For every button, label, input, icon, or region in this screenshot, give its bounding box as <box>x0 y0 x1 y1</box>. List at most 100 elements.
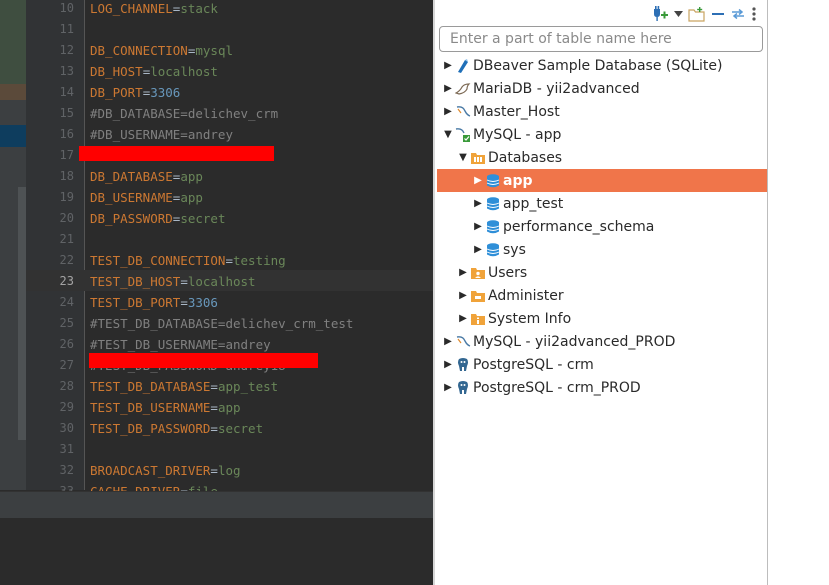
env-key: TEST_DB_CONNECTION <box>90 253 226 268</box>
env-key: TEST_DB_PORT <box>90 295 181 310</box>
line-number: 29 <box>59 400 74 414</box>
tree-item-mysql-yii2advanced-prod[interactable]: ▶ MySQL - yii2advanced_PROD <box>437 330 767 353</box>
collapsed-arrow-icon[interactable]: ▶ <box>471 198 485 209</box>
collapsed-arrow-icon[interactable]: ▶ <box>441 60 455 71</box>
code-line[interactable]: DB_PASSWORD=secret <box>90 208 353 229</box>
line-number: 11 <box>59 22 74 36</box>
expanded-arrow-icon[interactable]: ▼ <box>441 129 455 140</box>
code-line[interactable]: #DB_DATABASE=delichev_crm <box>90 103 353 124</box>
link-editor-icon[interactable] <box>730 5 746 23</box>
line-number: 31 <box>59 442 74 456</box>
code-line[interactable]: #TEST_DB_USERNAME=andrey <box>90 334 353 355</box>
users-folder-icon <box>470 265 486 281</box>
line-number: 24 <box>59 295 74 309</box>
tree-item-label: Databases <box>488 149 563 166</box>
line-number: 20 <box>59 211 74 225</box>
code-editor[interactable]: 10 11 12 13 14 15 16 17 18 19 20 21 22 23 24 25 26 27 28 29… <box>0 0 433 585</box>
collapsed-arrow-icon[interactable]: ▶ <box>441 382 455 393</box>
line-number: 25 <box>59 316 74 330</box>
tree-item-label: sys <box>503 241 526 258</box>
tree-item-dbeaver-sample-database-sqlite[interactable]: ▶ DBeaver Sample Database (SQLite) <box>437 54 767 77</box>
code-line[interactable]: #TEST_DB_DATABASE=delichev_crm_test <box>90 313 353 334</box>
tree-item-mysql-app[interactable]: ▼ MySQL - app <box>437 123 767 146</box>
tree-item-postgresql-crm-prod[interactable]: ▶ PostgreSQL - crm_PROD <box>437 376 767 399</box>
line-number: 16 <box>59 127 74 141</box>
line-number: 19 <box>59 190 74 204</box>
database-icon <box>485 196 501 212</box>
code-line[interactable]: TEST_DB_DATABASE=app_test <box>90 376 353 397</box>
code-line[interactable]: TEST_DB_USERNAME=app <box>90 397 353 418</box>
code-lines[interactable]: LOG_CHANNEL=stack DB_CONNECTION=mysql DB_H… <box>90 0 353 502</box>
env-equals: = <box>210 421 218 436</box>
code-line[interactable]: DB_CONNECTION=mysql <box>90 40 353 61</box>
code-comment: #TEST_DB_DATABASE=delichev_crm_test <box>90 316 354 331</box>
tree-item-performance-schema[interactable]: ▶ performance_schema <box>437 215 767 238</box>
code-line[interactable]: DB_HOST=localhost <box>90 61 353 82</box>
env-value: secret <box>180 211 226 226</box>
new-connection-icon[interactable] <box>651 5 669 23</box>
code-line[interactable]: DB_USERNAME=app <box>90 187 353 208</box>
collapsed-arrow-icon[interactable]: ▶ <box>456 313 470 324</box>
tree-item-postgresql-crm[interactable]: ▶ PostgreSQL - crm <box>437 353 767 376</box>
env-key: BROADCAST_DRIVER <box>90 463 211 478</box>
code-line[interactable] <box>90 19 353 40</box>
tree-item-label: Users <box>488 264 528 281</box>
new-folder-icon[interactable] <box>688 5 706 23</box>
code-line[interactable] <box>90 439 353 460</box>
expanded-arrow-icon[interactable]: ▼ <box>456 152 470 163</box>
code-line[interactable]: TEST_DB_HOST=localhost <box>90 271 353 292</box>
tree-item-label: Master_Host <box>473 103 560 120</box>
line-numbers: 10 11 12 13 14 15 16 17 18 19 20 21 22 23 24 25 26 27 28 29… <box>26 0 74 502</box>
collapsed-arrow-icon[interactable]: ▶ <box>471 244 485 255</box>
tree-item-label: PostgreSQL - crm <box>473 356 594 373</box>
collapsed-arrow-icon[interactable]: ▶ <box>441 106 455 117</box>
code-line[interactable]: TEST_DB_PORT=3306 <box>90 292 353 313</box>
tree-item-databases[interactable]: ▼ Databases <box>437 146 767 169</box>
code-line[interactable]: TEST_DB_CONNECTION=testing <box>90 250 353 271</box>
env-value: app <box>217 400 241 415</box>
postgresql-icon <box>455 380 471 396</box>
code-comment: #DB_USERNAME=andrey <box>90 127 233 142</box>
collapsed-arrow-icon[interactable]: ▶ <box>441 359 455 370</box>
code-line[interactable]: BROADCAST_DRIVER=log <box>90 460 353 481</box>
tree-item-users[interactable]: ▶ Users <box>437 261 767 284</box>
code-line[interactable]: DB_PORT=3306 <box>90 82 353 103</box>
tree-item-sys[interactable]: ▶ sys <box>437 238 767 261</box>
tree-item-label: app <box>503 172 533 189</box>
tree-item-app[interactable]: ▶ app <box>437 169 767 192</box>
collapsed-arrow-icon[interactable]: ▶ <box>441 336 455 347</box>
line-number: 17 <box>59 148 74 162</box>
code-comment: #TEST_DB_USERNAME=andrey <box>90 337 271 352</box>
env-key: TEST_DB_DATABASE <box>90 379 211 394</box>
line-number: 22 <box>59 253 74 267</box>
table-name-search-input[interactable] <box>439 26 763 52</box>
tree-item-app-test[interactable]: ▶ app_test <box>437 192 767 215</box>
env-key: LOG_CHANNEL <box>90 1 173 16</box>
code-line[interactable] <box>90 229 353 250</box>
dropdown-arrow-icon[interactable] <box>674 5 683 23</box>
env-equals: = <box>180 295 188 310</box>
tree-item-system-info[interactable]: ▶ System Info <box>437 307 767 330</box>
view-menu-icon[interactable] <box>751 5 757 23</box>
code-line[interactable]: #DB_USERNAME=andrey <box>90 124 353 145</box>
collapsed-arrow-icon[interactable]: ▶ <box>456 267 470 278</box>
tree-item-administer[interactable]: ▶ Administer <box>437 284 767 307</box>
collapsed-arrow-icon[interactable]: ▶ <box>456 290 470 301</box>
collapsed-arrow-icon[interactable]: ▶ <box>471 221 485 232</box>
code-line[interactable]: DB_DATABASE=app <box>90 166 353 187</box>
administer-folder-icon <box>470 288 486 304</box>
tree-item-master-host[interactable]: ▶ Master_Host <box>437 100 767 123</box>
change-marker-bar <box>18 187 26 440</box>
env-value: 3306 <box>187 295 218 310</box>
line-number: 30 <box>59 421 74 435</box>
collapsed-arrow-icon[interactable]: ▶ <box>471 175 485 186</box>
tree-item-mariadb-yii2advanced[interactable]: ▶ MariaDB - yii2advanced <box>437 77 767 100</box>
code-line[interactable]: TEST_DB_PASSWORD=secret <box>90 418 353 439</box>
collapse-all-icon[interactable] <box>711 5 725 23</box>
tree-item-label: app_test <box>503 195 564 212</box>
line-number: 18 <box>59 169 74 183</box>
env-value: localhost <box>187 274 256 289</box>
collapsed-arrow-icon[interactable]: ▶ <box>441 83 455 94</box>
code-line[interactable]: LOG_CHANNEL=stack <box>90 0 353 19</box>
env-key: TEST_DB_HOST <box>90 274 181 289</box>
